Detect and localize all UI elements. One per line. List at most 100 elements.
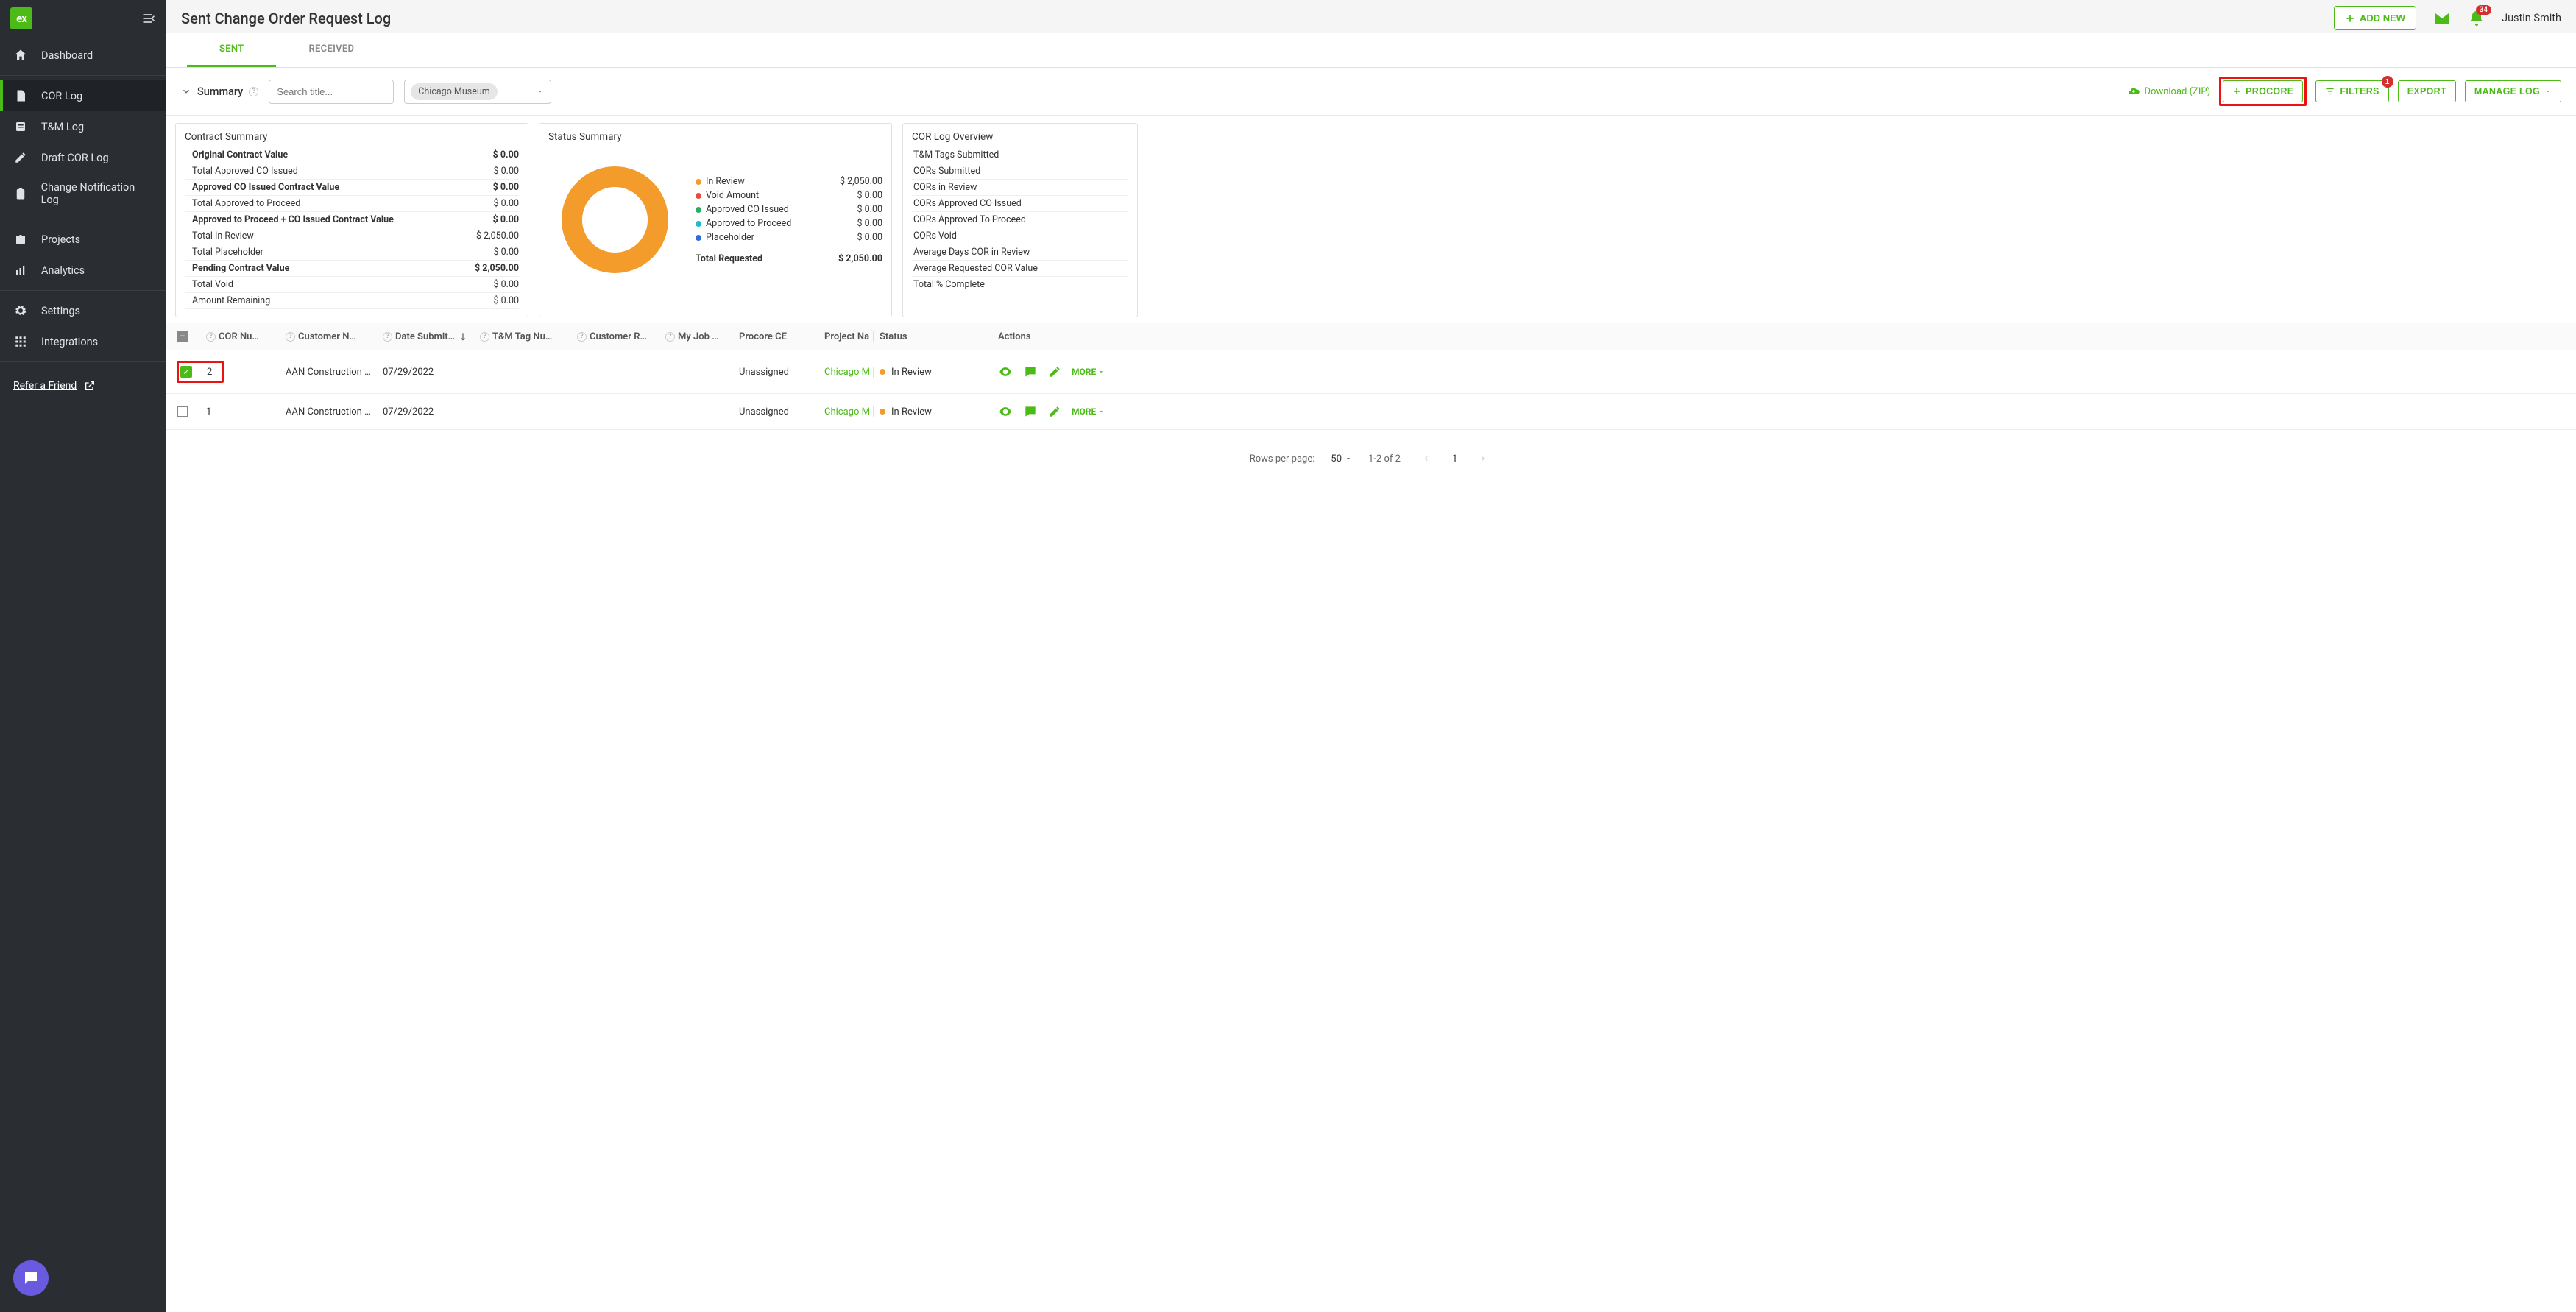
col-job[interactable]: ?My Job …	[665, 331, 739, 342]
manage-log-button[interactable]: MANAGE LOG	[2465, 80, 2561, 102]
sidebar-item-settings[interactable]: Settings	[0, 295, 166, 326]
chevron-down-icon	[181, 86, 191, 96]
contract-summary-row: Total In Review$ 2,050.00	[185, 228, 519, 244]
col-ref[interactable]: ?Customer R…	[577, 331, 665, 342]
overview-row: CORs Void	[912, 228, 1128, 244]
sidebar-item-label: Dashboard	[41, 49, 93, 62]
view-icon[interactable]	[998, 404, 1013, 419]
username-label[interactable]: Justin Smith	[2502, 12, 2561, 24]
overview-row: T&M Tags Submitted	[912, 147, 1128, 163]
add-new-button[interactable]: ADD NEW	[2334, 6, 2416, 30]
cell-actions: MORE	[998, 404, 2566, 419]
cor-table: − ?COR Nu… ?Customer N… ?Date Submit… ?T…	[166, 323, 2576, 1312]
col-cor-num[interactable]: ?COR Nu…	[206, 331, 286, 342]
topbar: Sent Change Order Request Log ADD NEW 34…	[166, 0, 2576, 33]
more-button[interactable]: MORE	[1072, 406, 1105, 417]
refer-friend-link[interactable]: Refer a Friend	[0, 370, 166, 402]
notification-bell[interactable]: 34	[2468, 10, 2485, 27]
status-legend: In Review$ 2,050.00Void Amount$ 0.00Appr…	[696, 174, 882, 264]
col-customer[interactable]: ?Customer N…	[286, 331, 383, 342]
next-page-button[interactable]	[1473, 452, 1493, 465]
sidebar-item-integrations[interactable]: Integrations	[0, 326, 166, 357]
select-all-checkbox[interactable]: −	[177, 331, 188, 342]
overview-row: Average Days COR in Review	[912, 244, 1128, 261]
sidebar-item-dashboard[interactable]: Dashboard	[0, 40, 166, 71]
sidebar-item-label: Projects	[41, 233, 80, 246]
rows-per-page-label: Rows per page:	[1250, 454, 1315, 465]
edit-icon[interactable]	[1048, 365, 1061, 378]
sidebar-item-tm-log[interactable]: T&M Log	[0, 111, 166, 142]
clipboard-icon	[13, 186, 28, 201]
row-checkbox[interactable]: ✓	[180, 366, 192, 378]
col-actions: Actions	[998, 331, 2566, 342]
more-button[interactable]: MORE	[1072, 367, 1105, 377]
row-checkbox[interactable]	[177, 406, 188, 417]
page-range-label: 1-2 of 2	[1368, 454, 1401, 465]
contract-summary-row: Total Approved CO Issued$ 0.00	[185, 163, 519, 180]
donut-chart	[548, 153, 681, 286]
sidebar-item-cor-log[interactable]: COR Log	[0, 80, 166, 111]
sidebar-item-label: Draft COR Log	[41, 152, 109, 164]
summary-toggle[interactable]: Summary ?	[181, 85, 258, 98]
sidebar-item-label: T&M Log	[41, 121, 84, 133]
table-header-row: − ?COR Nu… ?Customer N… ?Date Submit… ?T…	[166, 323, 2576, 350]
sidebar-item-projects[interactable]: Projects	[0, 224, 166, 255]
collapse-sidebar-icon[interactable]	[141, 11, 156, 26]
briefcase-icon	[13, 232, 28, 247]
pencil-icon	[13, 150, 28, 165]
contract-summary-row: Approved CO Issued Contract Value$ 0.00	[185, 180, 519, 196]
export-button[interactable]: EXPORT	[2398, 80, 2456, 102]
filter-icon	[2325, 86, 2335, 96]
gear-icon	[13, 303, 28, 318]
table-row[interactable]: ✓2 AAN Construction … 07/29/2022 Unassig…	[166, 350, 2576, 394]
comment-icon[interactable]	[1023, 364, 1038, 379]
cloud-download-icon	[2127, 85, 2140, 98]
legend-row: In Review$ 2,050.00	[696, 174, 882, 188]
external-link-icon	[84, 380, 96, 392]
sidebar-item-change-notification[interactable]: Change Notification Log	[0, 173, 166, 214]
search-input[interactable]	[269, 80, 394, 104]
cell-customer: AAN Construction …	[286, 367, 383, 378]
contract-summary-row: Approved to Proceed + CO Issued Contract…	[185, 212, 519, 228]
cell-project-link[interactable]: Chicago M	[824, 406, 873, 417]
sidebar-item-label: Settings	[41, 305, 80, 317]
col-date[interactable]: ?Date Submit…	[383, 331, 480, 342]
sort-arrow-icon	[458, 331, 468, 342]
overview-card: COR Log Overview T&M Tags SubmittedCORs …	[902, 123, 1138, 317]
tab-received[interactable]: RECEIVED	[276, 33, 386, 67]
contract-summary-card: Contract Summary Original Contract Value…	[175, 123, 528, 317]
cell-project-link[interactable]: Chicago M	[824, 367, 873, 378]
tabs-bar: SENT RECEIVED	[166, 33, 2576, 68]
total-requested-value: $ 2,050.00	[838, 253, 882, 264]
comment-icon[interactable]	[1023, 404, 1038, 419]
project-chip: Chicago Museum	[411, 83, 497, 100]
summary-cards: Contract Summary Original Contract Value…	[166, 116, 2576, 323]
prev-page-button[interactable]	[1417, 452, 1436, 465]
filters-button[interactable]: FILTERS 1	[2315, 80, 2388, 102]
col-status[interactable]: Status	[873, 331, 998, 342]
rows-per-page-select[interactable]: 50	[1331, 454, 1352, 465]
col-project[interactable]: Project Na	[824, 331, 873, 342]
mail-icon[interactable]	[2432, 9, 2452, 28]
table-row[interactable]: 1 AAN Construction … 07/29/2022 Unassign…	[166, 394, 2576, 430]
col-procore-ce[interactable]: Procore CE	[739, 331, 824, 342]
project-select[interactable]: Chicago Museum	[404, 80, 551, 104]
help-icon[interactable]: ?	[249, 87, 258, 96]
cell-customer: AAN Construction …	[286, 406, 383, 417]
overview-row: Average Requested COR Value	[912, 261, 1128, 277]
sidebar-item-analytics[interactable]: Analytics	[0, 255, 166, 286]
tab-sent[interactable]: SENT	[187, 33, 276, 67]
sidebar-item-draft-cor[interactable]: Draft COR Log	[0, 142, 166, 173]
col-tag[interactable]: ?T&M Tag Nu…	[480, 331, 577, 342]
filter-count-badge: 1	[2382, 76, 2393, 88]
overview-row: CORs Submitted	[912, 163, 1128, 180]
card-title: Contract Summary	[185, 131, 519, 143]
download-zip-link[interactable]: Download (ZIP)	[2127, 85, 2211, 98]
edit-icon[interactable]	[1048, 405, 1061, 418]
view-icon[interactable]	[998, 364, 1013, 379]
plus-icon	[2345, 13, 2355, 24]
overview-row: CORs Approved To Proceed	[912, 212, 1128, 228]
legend-row: Approved to Proceed$ 0.00	[696, 216, 882, 230]
procore-button[interactable]: PROCORE	[2223, 80, 2303, 102]
chat-widget[interactable]	[13, 1260, 49, 1296]
